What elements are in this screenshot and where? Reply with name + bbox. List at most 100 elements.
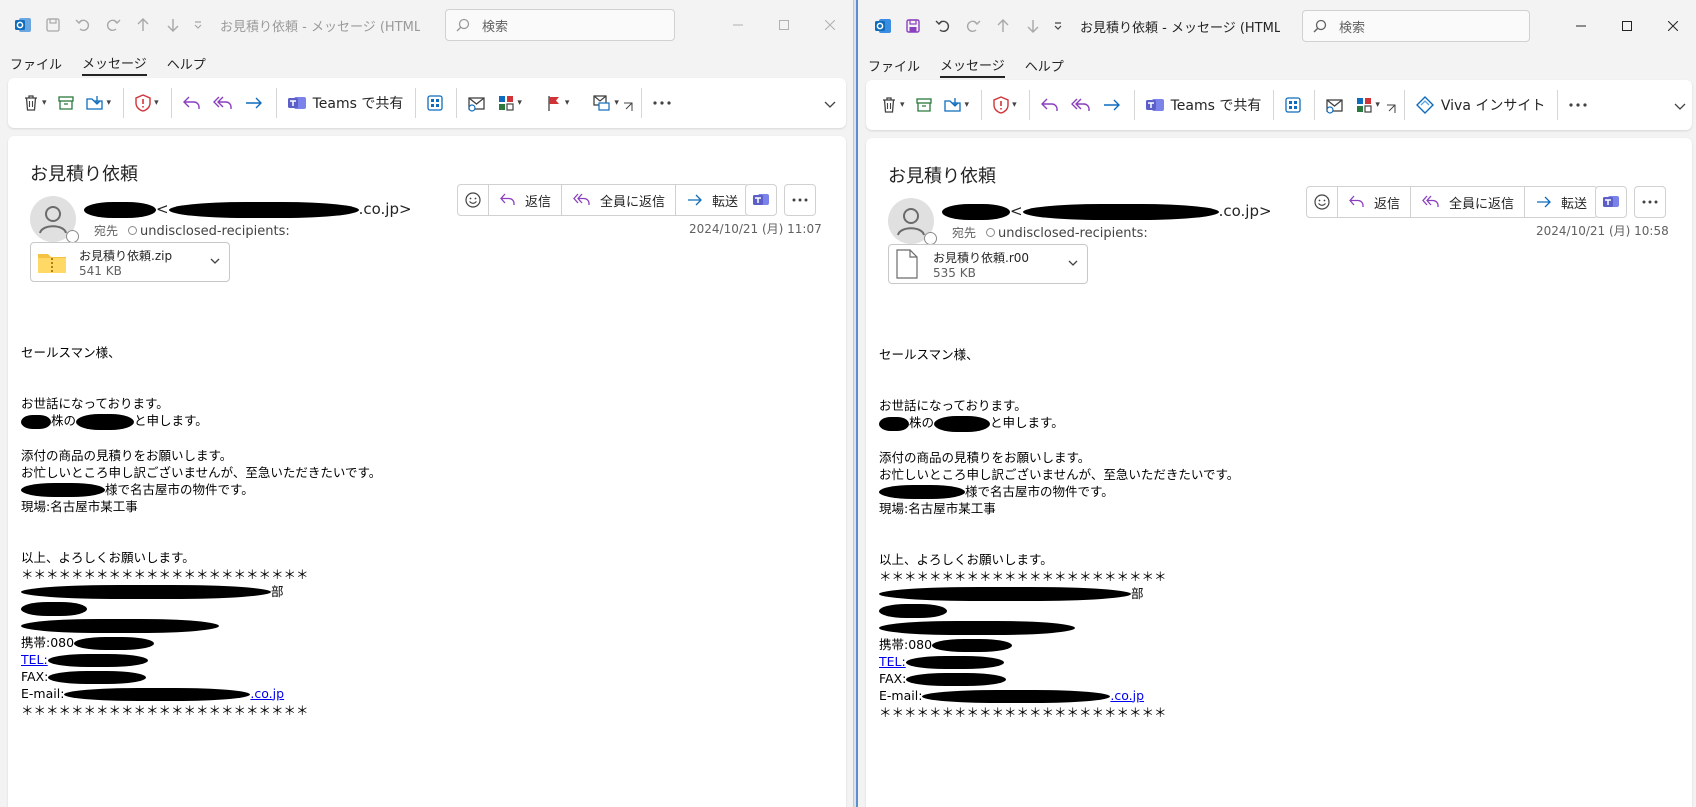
save-icon[interactable] bbox=[38, 10, 68, 40]
ribbon-forward-button[interactable] bbox=[240, 86, 268, 120]
move-button[interactable]: ▾ bbox=[939, 88, 974, 122]
reply-button[interactable]: 返信 bbox=[489, 185, 563, 215]
reply-icon bbox=[500, 193, 515, 205]
reply-all-button[interactable]: 全員に返信 bbox=[562, 185, 677, 215]
previous-item-icon[interactable] bbox=[988, 11, 1018, 41]
chevron-down-icon[interactable] bbox=[1067, 257, 1079, 269]
more-options-button[interactable] bbox=[648, 86, 676, 120]
categorize-button[interactable]: ▾ bbox=[493, 86, 526, 120]
delete-button[interactable]: ▾ bbox=[18, 86, 51, 120]
more-options-button[interactable] bbox=[1564, 88, 1592, 122]
customize-toolbar-icon[interactable] bbox=[1048, 11, 1068, 41]
more-actions-button[interactable] bbox=[1634, 186, 1666, 218]
maximize-button[interactable] bbox=[761, 0, 807, 50]
follow-up-button[interactable]: ▾ bbox=[541, 86, 574, 120]
redo-icon[interactable] bbox=[958, 11, 988, 41]
teams-chat-button[interactable] bbox=[1595, 186, 1627, 218]
maximize-button[interactable] bbox=[1604, 0, 1650, 52]
undo-icon[interactable] bbox=[68, 10, 98, 40]
teams-share-button[interactable]: Teams で共有 bbox=[283, 86, 408, 120]
apps-button[interactable] bbox=[1280, 88, 1306, 122]
attachment-card[interactable]: お見積り依頼.r00 535 KB bbox=[888, 244, 1088, 284]
archive-button[interactable] bbox=[911, 88, 937, 122]
archive-button[interactable] bbox=[53, 86, 79, 120]
minimize-button[interactable] bbox=[1558, 0, 1604, 52]
reply-button[interactable]: 返信 bbox=[1338, 187, 1412, 217]
minimize-button[interactable] bbox=[715, 0, 761, 50]
recipients-row: 宛先 undisclosed-recipients: bbox=[84, 222, 290, 239]
attachment-name: お見積り依頼.r00 bbox=[933, 250, 1030, 265]
email-link[interactable]: .co.jp bbox=[1110, 688, 1144, 703]
forward-label: 転送 bbox=[1561, 196, 1588, 212]
next-item-icon[interactable] bbox=[158, 10, 188, 40]
ribbon-reply-button[interactable] bbox=[178, 86, 206, 120]
previous-item-icon[interactable] bbox=[128, 10, 158, 40]
menu-file[interactable]: ファイル bbox=[10, 54, 62, 75]
mark-unread-button[interactable] bbox=[1321, 88, 1349, 122]
chevron-down-icon[interactable] bbox=[209, 255, 221, 267]
title-bar: お見積り依頼 - メッセージ (HTML… 検索 bbox=[858, 0, 1696, 52]
report-button[interactable]: ▾ bbox=[988, 88, 1021, 122]
teams-chat-button[interactable] bbox=[745, 184, 777, 216]
archive-icon bbox=[57, 96, 74, 110]
reply-all-label: 全員に返信 bbox=[1449, 196, 1515, 212]
apps-button[interactable] bbox=[422, 86, 448, 120]
emoji-reaction-button[interactable] bbox=[458, 185, 489, 215]
redo-icon[interactable] bbox=[98, 10, 128, 40]
attachment-card[interactable]: お見積り依頼.zip 541 KB bbox=[30, 242, 230, 282]
save-icon[interactable] bbox=[898, 11, 928, 41]
ribbon-reply-all-button[interactable] bbox=[1066, 88, 1096, 122]
close-button[interactable] bbox=[1650, 0, 1696, 52]
body-line: 現場:名古屋市某工事 bbox=[879, 500, 996, 516]
forward-button[interactable]: 転送 bbox=[1525, 187, 1597, 217]
ribbon-forward-button[interactable] bbox=[1098, 88, 1126, 122]
body-line: 以上、よろしくお願いします。 bbox=[879, 551, 1053, 567]
menu-message[interactable]: メッセージ bbox=[82, 53, 147, 76]
ribbon-reply-button[interactable] bbox=[1036, 88, 1064, 122]
body-line: お忙しいところ申し訳ございませんが、至急いただきたいです。 bbox=[21, 464, 382, 480]
menu-help[interactable]: ヘルプ bbox=[167, 54, 206, 75]
signature-divider: ＊＊＊＊＊＊＊＊＊＊＊＊＊＊＊＊＊＊＊＊＊＊＊ bbox=[879, 568, 1167, 584]
window-title: お見積り依頼 - メッセージ (HTML… bbox=[220, 19, 420, 35]
search-box[interactable]: 検索 bbox=[1302, 10, 1530, 42]
expand-ribbon-icon[interactable] bbox=[820, 88, 840, 122]
recipients[interactable]: undisclosed-recipients: bbox=[140, 224, 290, 239]
emoji-reaction-button[interactable] bbox=[1307, 187, 1338, 217]
redacted-address bbox=[168, 201, 359, 218]
recipients[interactable]: undisclosed-recipients: bbox=[998, 226, 1148, 241]
email-link[interactable]: .co.jp bbox=[250, 686, 284, 701]
undo-icon[interactable] bbox=[928, 11, 958, 41]
more-actions-button[interactable] bbox=[784, 184, 816, 216]
sender[interactable]: < .co.jp> bbox=[84, 200, 412, 218]
ribbon-reply-all-button[interactable] bbox=[208, 86, 238, 120]
menu-message[interactable]: メッセージ bbox=[940, 55, 1005, 78]
viva-insights-button[interactable]: Viva インサイト bbox=[1411, 88, 1549, 122]
next-item-icon[interactable] bbox=[1018, 11, 1048, 41]
forward-button[interactable]: 転送 bbox=[676, 185, 748, 215]
dialog-launcher-icon[interactable] bbox=[623, 90, 633, 124]
menu-file[interactable]: ファイル bbox=[868, 56, 920, 77]
outlook-app-icon bbox=[868, 11, 898, 41]
dialog-launcher-icon[interactable] bbox=[1386, 92, 1396, 126]
signature-line: 部 bbox=[879, 585, 1239, 602]
menu-help[interactable]: ヘルプ bbox=[1025, 56, 1064, 77]
customize-toolbar-icon[interactable] bbox=[188, 10, 208, 40]
reply-all-button[interactable]: 全員に返信 bbox=[1411, 187, 1526, 217]
search-box[interactable]: 検索 bbox=[445, 9, 675, 41]
teams-share-button[interactable]: Teams で共有 bbox=[1141, 88, 1266, 122]
trash-icon bbox=[883, 97, 895, 113]
delete-button[interactable]: ▾ bbox=[876, 88, 909, 122]
signature-fax: FAX: bbox=[21, 668, 381, 685]
reply-label: 返信 bbox=[1374, 196, 1401, 212]
sender[interactable]: < .co.jp> bbox=[942, 202, 1272, 220]
mark-unread-button[interactable] bbox=[463, 86, 491, 120]
expand-ribbon-icon[interactable] bbox=[1670, 90, 1690, 124]
forward-icon bbox=[688, 194, 702, 206]
move-button[interactable]: ▾ bbox=[81, 86, 116, 120]
categorize-button[interactable]: ▾ bbox=[1351, 88, 1384, 122]
received-date: 2024/10/21 (月) 11:07 bbox=[689, 222, 822, 236]
quick-steps-button[interactable]: ▾ bbox=[588, 86, 623, 120]
report-button[interactable]: ▾ bbox=[130, 86, 163, 120]
close-button[interactable] bbox=[807, 0, 853, 50]
signature-fax: FAX: bbox=[879, 670, 1239, 687]
